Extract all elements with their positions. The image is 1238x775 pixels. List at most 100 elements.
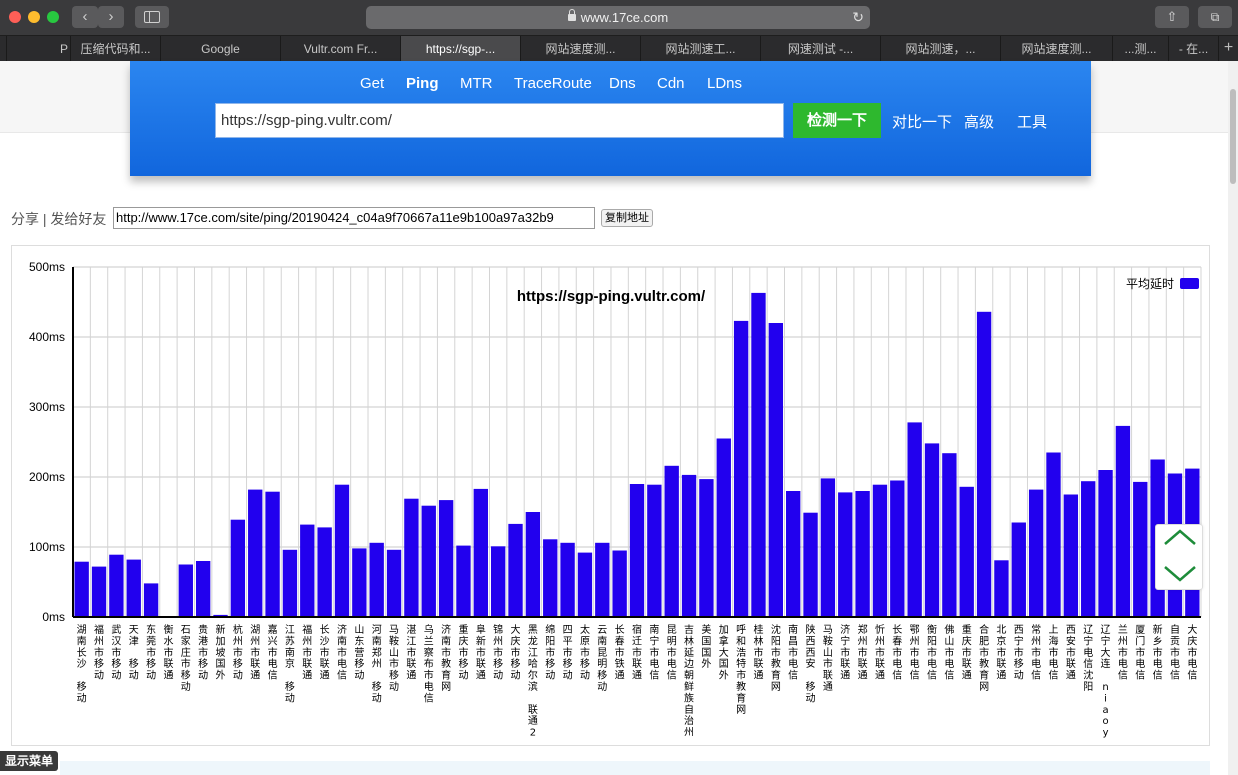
x-tick-label: 宿迁市联通 bbox=[632, 623, 642, 682]
nav-ldns[interactable]: LDns bbox=[707, 75, 742, 92]
fullscreen-window-button[interactable] bbox=[47, 11, 59, 23]
x-tick-label: 佛山市电信 bbox=[944, 623, 954, 682]
nav-traceroute[interactable]: TraceRoute bbox=[514, 75, 592, 92]
chevron-down-icon[interactable] bbox=[1164, 566, 1196, 582]
sidebar-toggle-button[interactable] bbox=[135, 6, 169, 28]
scrollbar-thumb[interactable] bbox=[1230, 89, 1236, 184]
chart-bar bbox=[803, 512, 818, 617]
url-input[interactable]: https://sgp-ping.vultr.com/ bbox=[215, 103, 784, 138]
nav-mtr[interactable]: MTR bbox=[460, 75, 493, 92]
show-menu-button[interactable]: 显示菜单 bbox=[0, 751, 58, 771]
share-button[interactable]: ⇧ bbox=[1155, 6, 1189, 28]
x-tick-label: 绵阳市移动 bbox=[545, 623, 555, 682]
x-tick-label: 辽宁电信沈阳 bbox=[1083, 624, 1093, 693]
tab-bar: P 压缩代码和... Google Vultr.com Fr... https:… bbox=[0, 35, 1238, 62]
chart-bar bbox=[733, 320, 749, 617]
chart-bar bbox=[178, 564, 193, 617]
chevron-left-icon: ‹ bbox=[82, 8, 88, 25]
x-tick-label: 济南市电信 bbox=[337, 623, 347, 682]
chart-bar bbox=[456, 545, 471, 617]
browser-tab[interactable]: - 在... bbox=[1168, 36, 1218, 62]
copy-url-button[interactable]: 复制地址 bbox=[601, 209, 653, 227]
page-scrollbar[interactable] bbox=[1228, 61, 1238, 775]
x-tick-label: 四平市移动 bbox=[563, 625, 573, 682]
browser-tab[interactable]: ...测... bbox=[1112, 36, 1168, 62]
x-tick-label: 西安市联通 bbox=[1066, 625, 1076, 682]
chevron-up-icon[interactable] bbox=[1164, 529, 1196, 545]
x-tick-label: 鄂州市电信 bbox=[910, 624, 920, 682]
reload-icon[interactable]: ↻ bbox=[852, 6, 864, 29]
x-tick-label: 长春市铁通 bbox=[615, 624, 625, 682]
x-tick-label: 杭州市移动 bbox=[233, 623, 243, 682]
browser-tab[interactable]: 压缩代码和... bbox=[70, 36, 160, 62]
browser-tab[interactable]: 网站速度测... bbox=[1000, 36, 1112, 62]
chart-bar bbox=[786, 491, 801, 617]
share-url-field[interactable]: http://www.17ce.com/site/ping/20190424_c… bbox=[113, 207, 595, 229]
close-window-button[interactable] bbox=[9, 11, 21, 23]
forward-button[interactable]: › bbox=[98, 6, 124, 28]
x-tick-label: 云南昆明移动 bbox=[597, 625, 607, 693]
chart-bar bbox=[404, 498, 419, 617]
browser-tab[interactable]: 网速测试 -... bbox=[760, 36, 880, 62]
tab-overview-button[interactable]: ⧉ bbox=[1198, 6, 1232, 28]
chart-bar bbox=[751, 292, 766, 617]
x-tick-label: 福州市移动 bbox=[94, 623, 104, 682]
x-tick-label: 湖南长沙 移动 bbox=[77, 624, 87, 704]
chart-bar bbox=[664, 465, 679, 617]
compare-link[interactable]: 对比一下 bbox=[892, 111, 952, 132]
chart-bar bbox=[334, 484, 350, 617]
chart-bar bbox=[907, 422, 922, 617]
chart-bar bbox=[681, 474, 697, 617]
nav-cdn[interactable]: Cdn bbox=[657, 75, 685, 92]
x-tick-label: 江苏南京 移动 bbox=[285, 624, 295, 704]
tab-label: https://sgp-... bbox=[425, 42, 496, 56]
chart-bar bbox=[976, 311, 992, 617]
chart-bar bbox=[282, 549, 298, 617]
browser-tab[interactable]: 网站速度测... bbox=[520, 36, 640, 62]
x-tick-label: 东莞市移动 bbox=[146, 623, 156, 682]
x-tick-label: 阜新市联通 bbox=[476, 623, 486, 682]
chart-bar bbox=[230, 519, 246, 617]
x-tick-label: 贵港市移动 bbox=[198, 623, 208, 682]
new-tab-button[interactable]: + bbox=[1218, 36, 1238, 62]
address-bar[interactable]: www.17ce.com ↻ bbox=[366, 6, 870, 29]
tab-label: Google bbox=[201, 42, 240, 56]
browser-tab[interactable]: P bbox=[6, 36, 70, 62]
browser-tab[interactable]: 网站测速，... bbox=[880, 36, 1000, 62]
chart-bar bbox=[1063, 494, 1079, 617]
x-tick-label: 湖州市联通 bbox=[250, 624, 260, 682]
x-tick-label: 南昌市电信 bbox=[788, 623, 798, 682]
chart-bar bbox=[629, 484, 645, 617]
tools-link[interactable]: 工具 bbox=[1017, 111, 1047, 132]
x-tick-label: 自贡市电信 bbox=[1170, 623, 1180, 682]
x-tick-label: 常州市电信 bbox=[1031, 623, 1041, 682]
x-tick-label: 郑州市联通 bbox=[858, 623, 868, 682]
nav-ping[interactable]: Ping bbox=[406, 75, 439, 92]
run-test-button[interactable]: 检测一下 bbox=[793, 103, 881, 138]
chart-bar bbox=[143, 583, 159, 617]
nav-get[interactable]: Get bbox=[360, 75, 384, 92]
address-text: www.17ce.com bbox=[580, 10, 669, 25]
advanced-link[interactable]: 高级 bbox=[964, 111, 994, 132]
nav-dns[interactable]: Dns bbox=[609, 75, 636, 92]
chart-bar bbox=[647, 484, 662, 617]
chart-bar bbox=[300, 524, 315, 617]
share-label: 分享 | 发给好友 bbox=[11, 211, 107, 227]
browser-tab-active[interactable]: https://sgp-... bbox=[400, 36, 520, 62]
y-tick-label: 0ms bbox=[42, 610, 65, 624]
browser-tab[interactable]: Google bbox=[160, 36, 280, 62]
back-button[interactable]: ‹ bbox=[72, 6, 98, 28]
chart-bar bbox=[716, 438, 731, 617]
minimize-window-button[interactable] bbox=[28, 11, 40, 23]
tab-label: - 在... bbox=[1178, 42, 1209, 56]
x-tick-label: 长沙市联通 bbox=[320, 624, 330, 682]
browser-tab[interactable]: 网站测速工... bbox=[640, 36, 760, 62]
x-tick-label: 山东营移动 bbox=[354, 624, 364, 682]
chart-bar bbox=[855, 491, 870, 617]
x-tick-label: 沈阳市教育网 bbox=[771, 623, 781, 693]
y-tick-label: 300ms bbox=[29, 400, 65, 414]
chart-bar bbox=[838, 492, 853, 617]
browser-tab[interactable]: Vultr.com Fr... bbox=[280, 36, 400, 62]
chart-bar bbox=[525, 512, 541, 617]
tabs-icon: ⧉ bbox=[1210, 10, 1220, 24]
